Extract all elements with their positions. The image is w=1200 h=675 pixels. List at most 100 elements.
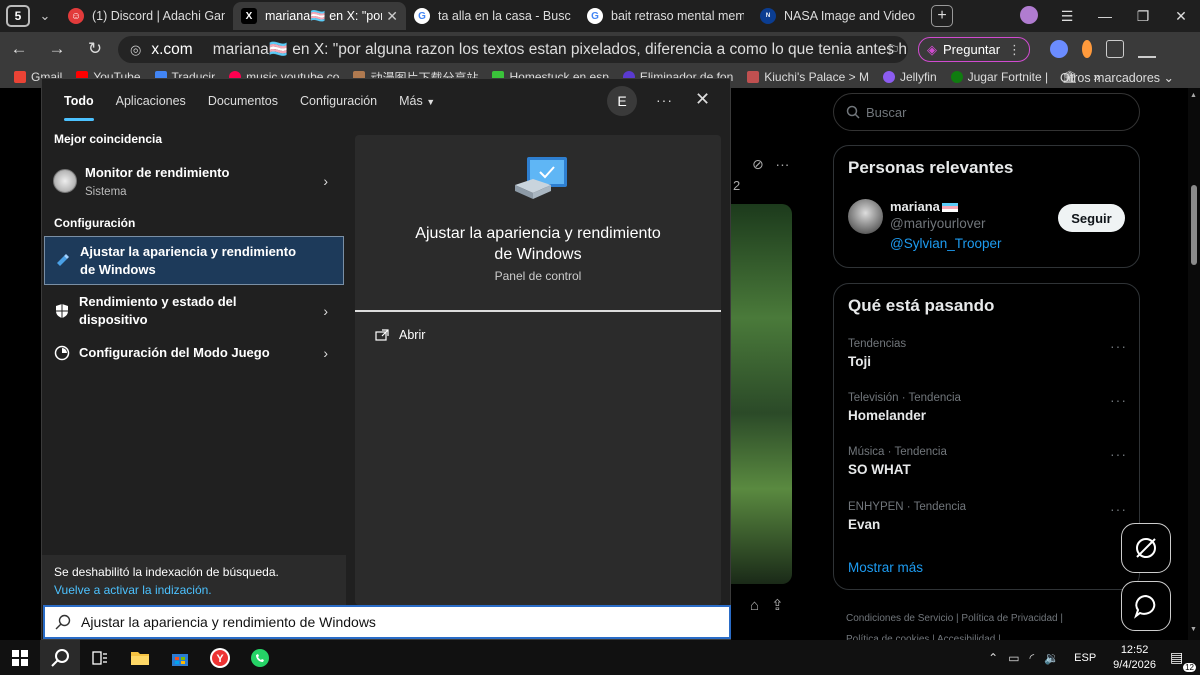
search-icon: [51, 648, 69, 667]
tab-google-search-1[interactable]: G ta alla en la casa - Buscar c: [406, 2, 579, 30]
open-label: Abrir: [399, 328, 426, 342]
more-options-icon[interactable]: ···: [656, 92, 673, 108]
bookmark-kiuchi[interactable]: Kiuchi's Palace > M: [747, 70, 869, 84]
yandex-browser-button[interactable]: Y: [200, 640, 240, 675]
start-button[interactable]: [0, 640, 40, 675]
lens-extension-icon[interactable]: [1050, 40, 1068, 58]
more-icon[interactable]: ···: [1110, 446, 1127, 462]
tab-documentos[interactable]: Documentos: [208, 94, 278, 108]
person-info: mariana @mariyourlover @Sylvian_Trooper: [890, 199, 1002, 251]
puzzle-extension-icon[interactable]: [1106, 40, 1124, 58]
result-monitor-rendimiento[interactable]: Monitor de rendimiento Sistema ›: [44, 159, 344, 203]
close-icon[interactable]: ✕: [386, 8, 398, 25]
menu-icon[interactable]: ☰: [1048, 8, 1086, 25]
share-icon[interactable]: ⇪: [771, 597, 796, 614]
taskbar-search-button[interactable]: [40, 640, 80, 675]
store-button[interactable]: [160, 640, 200, 675]
clock[interactable]: 12:52 9/4/2026: [1113, 643, 1156, 673]
result-ajustar-apariencia[interactable]: Ajustar la apariencia y rendimiento de W…: [44, 236, 344, 285]
task-view-icon: [92, 650, 107, 665]
bookmark-jellyfin[interactable]: Jellyfin: [882, 70, 937, 84]
language-indicator[interactable]: ESP: [1074, 652, 1096, 664]
ask-ai-button[interactable]: ◈ Preguntar ⋮: [918, 37, 1030, 62]
tab-mas[interactable]: Más ▼: [399, 94, 435, 108]
tab-x-post[interactable]: X mariana🏳️‍⚧️ en X: "por ✕: [233, 2, 406, 30]
more-icon[interactable]: ⋮: [1008, 42, 1021, 58]
windows-search-input[interactable]: Ajustar la apariencia y rendimiento de W…: [43, 605, 731, 639]
trend-item[interactable]: Tendencias Toji: [848, 338, 906, 369]
grok-button[interactable]: [1121, 523, 1171, 573]
trend-item[interactable]: Música · Tendencia SO WHAT: [848, 446, 947, 477]
chevron-right-icon[interactable]: ›: [323, 173, 328, 189]
notification-center-button[interactable]: ▤ 12: [1170, 649, 1196, 672]
address-bar[interactable]: ◎ x.com mariana🏳️‍⚧️ en X: "por alguna r…: [118, 36, 908, 63]
wifi-icon[interactable]: ◜: [1030, 651, 1035, 665]
close-icon[interactable]: ✕: [695, 89, 710, 110]
minimize-icon[interactable]: —: [1086, 8, 1124, 24]
show-more-link[interactable]: Mostrar más: [848, 560, 923, 575]
grok-icon[interactable]: ⊘: [752, 156, 764, 172]
scroll-up-icon[interactable]: ▲: [1190, 92, 1197, 99]
performance-monitor-icon: [53, 169, 77, 193]
tab-discord[interactable]: ☺ (1) Discord | Adachi Gang: [60, 2, 233, 30]
person-bio-link[interactable]: @Sylvian_Trooper: [890, 236, 1002, 251]
svg-text:Y: Y: [216, 653, 224, 665]
trend-item[interactable]: ENHYPEN · Tendencia Evan: [848, 501, 966, 532]
shield-icon: [53, 302, 71, 320]
browser-toolbar: ← → ↻ ◎ x.com mariana🏳️‍⚧️ en X: "por al…: [0, 32, 1200, 66]
tweet-image[interactable]: [730, 204, 792, 584]
tab-list-dropdown-icon[interactable]: ⌄: [30, 8, 60, 24]
footer-links-row[interactable]: Condiciones de Servicio | Política de Pr…: [846, 608, 1106, 629]
flame-extension-icon[interactable]: [1082, 40, 1092, 58]
result-title: Configuración del Modo Juego: [79, 345, 270, 360]
tab-google-search-2[interactable]: G bait retraso mental meme: [579, 2, 752, 30]
chevron-right-icon[interactable]: ›: [323, 303, 328, 319]
volume-icon[interactable]: 🔉: [1044, 651, 1059, 665]
trend-name: Toji: [848, 354, 871, 369]
bookmark-icon[interactable]: ⚐: [887, 41, 900, 59]
file-explorer-button[interactable]: [120, 640, 160, 675]
reload-icon[interactable]: ↻: [76, 39, 114, 59]
new-tab-button[interactable]: +: [931, 5, 953, 27]
chevron-up-icon[interactable]: ⌃: [988, 651, 998, 665]
download-icon[interactable]: [1138, 40, 1156, 58]
more-icon[interactable]: ···: [1110, 501, 1127, 517]
tab-aplicaciones[interactable]: Aplicaciones: [116, 94, 186, 108]
chevron-right-icon[interactable]: ›: [323, 345, 328, 361]
open-action[interactable]: Abrir: [375, 328, 425, 342]
avatar[interactable]: [848, 199, 883, 234]
more-icon[interactable]: ···: [1110, 338, 1127, 354]
trend-item[interactable]: Televisión · Tendencia Homelander: [848, 392, 961, 423]
reenable-indexing-link[interactable]: Vuelve a activar la indización.: [54, 583, 334, 597]
follow-button[interactable]: Seguir: [1058, 204, 1125, 232]
profile-icon[interactable]: [1010, 5, 1048, 27]
battery-icon[interactable]: ▭: [1008, 651, 1019, 665]
messages-button[interactable]: [1121, 581, 1171, 631]
user-avatar[interactable]: E: [607, 86, 637, 116]
back-icon[interactable]: ←: [0, 39, 38, 59]
more-icon[interactable]: ···: [1110, 392, 1127, 408]
tab-configuracion[interactable]: Configuración: [300, 94, 377, 108]
forward-icon[interactable]: →: [38, 39, 76, 59]
other-bookmarks[interactable]: Otros marcadores ⌄: [1060, 70, 1174, 85]
tab-todo[interactable]: Todo: [64, 94, 94, 121]
scroll-down-icon[interactable]: ▼: [1190, 626, 1197, 633]
x-search-input[interactable]: Buscar: [833, 93, 1140, 131]
task-view-button[interactable]: [80, 640, 120, 675]
result-modo-juego[interactable]: Configuración del Modo Juego ›: [44, 337, 344, 369]
tab-count-button[interactable]: 5: [6, 5, 30, 27]
site-info-icon[interactable]: ◎: [130, 42, 141, 58]
result-rendimiento-estado[interactable]: Rendimiento y estado del dispositivo ›: [44, 288, 344, 334]
trend-category: Música · Tendencia: [848, 446, 947, 458]
bookmark-icon[interactable]: ⌂: [750, 597, 771, 614]
restore-icon[interactable]: ❐: [1124, 8, 1162, 25]
result-text: Monitor de rendimiento Sistema: [85, 164, 229, 198]
more-icon[interactable]: ···: [775, 156, 789, 172]
whatsapp-button[interactable]: [240, 640, 280, 675]
page-scrollbar[interactable]: ▲ ▼: [1188, 88, 1200, 640]
tab-nasa[interactable]: N NASA Image and Video Li: [752, 2, 925, 30]
close-window-icon[interactable]: ✕: [1162, 8, 1200, 25]
person-entry[interactable]: mariana @mariyourlover @Sylvian_Trooper: [848, 199, 1002, 251]
bookmark-fortnite[interactable]: Jugar Fortnite |: [950, 70, 1048, 84]
scrollbar-thumb[interactable]: [1191, 185, 1197, 265]
